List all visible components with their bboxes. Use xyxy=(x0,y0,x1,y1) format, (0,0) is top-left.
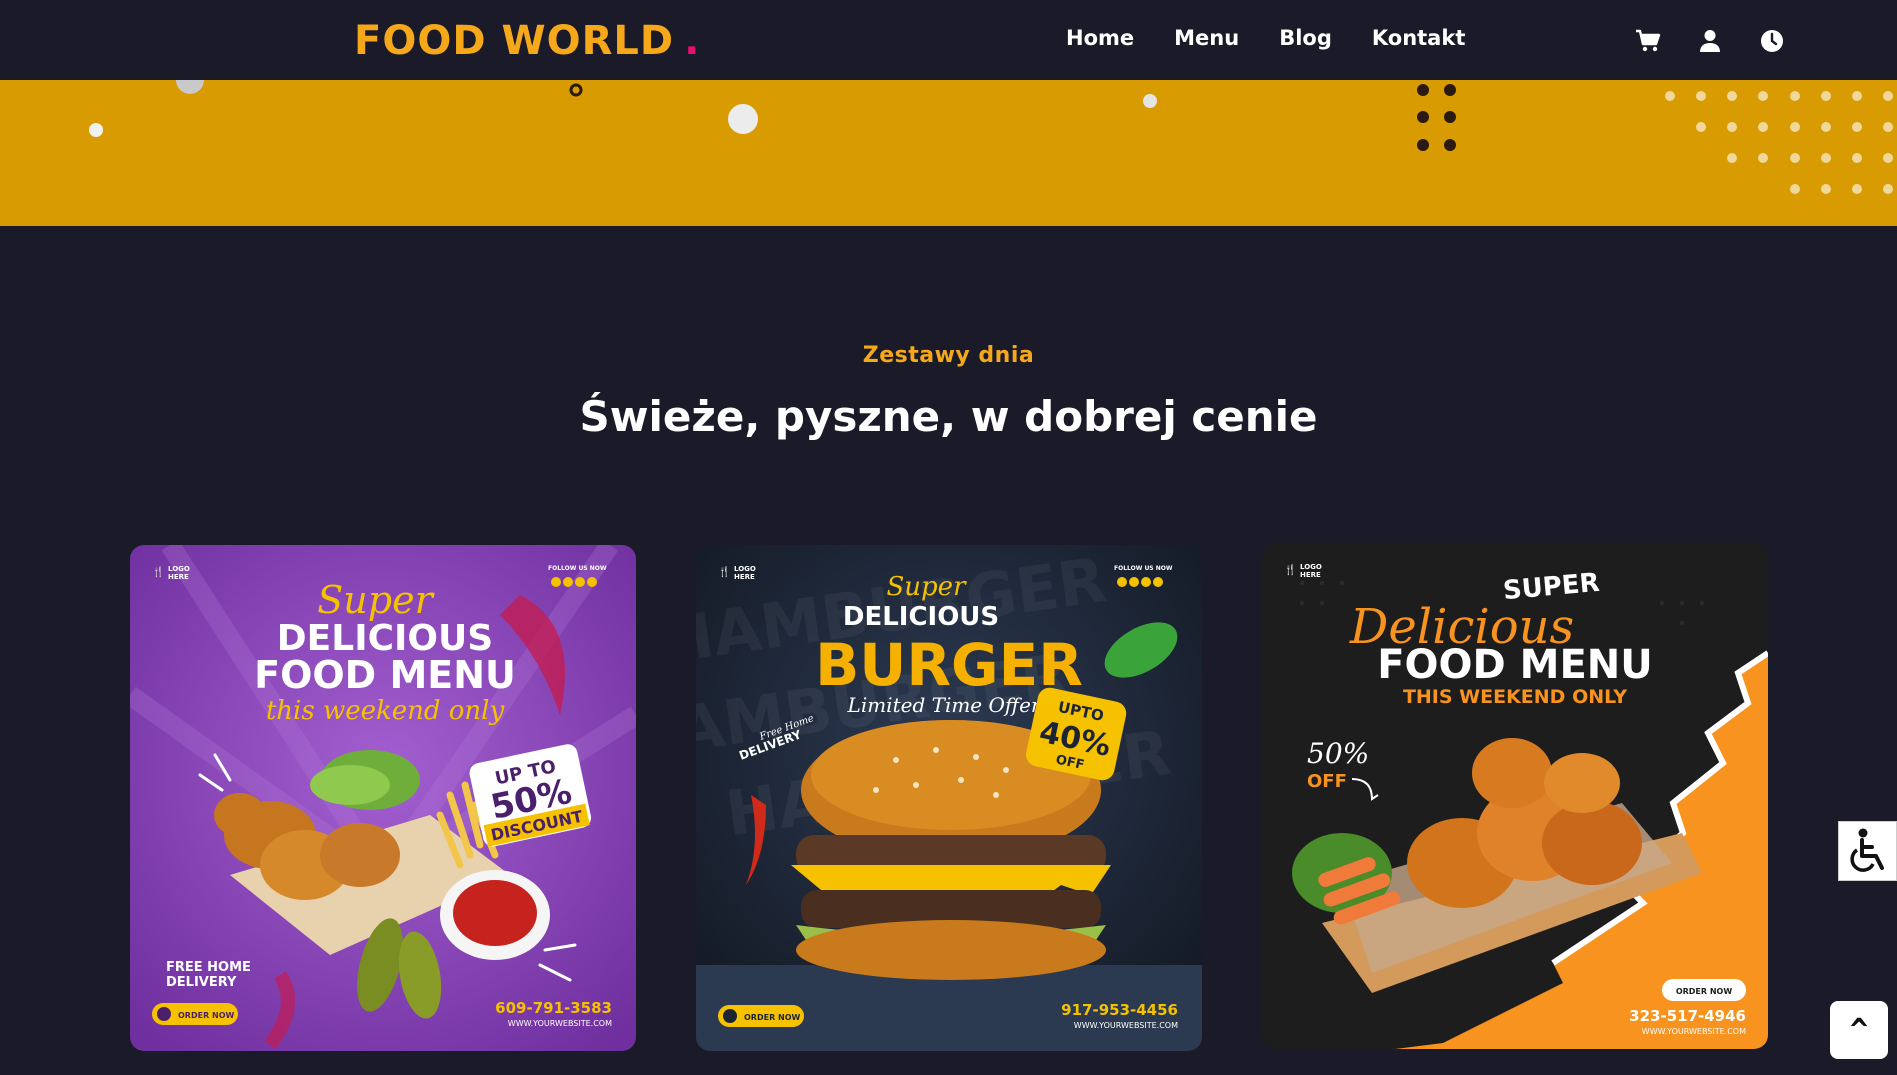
card1-phone: 609-791-3583 xyxy=(495,999,612,1017)
card2-line3: BURGER xyxy=(815,631,1083,699)
menu-card-1[interactable]: 🍴 LOGO HERE FOLLOW US NOW Super DELICIOU… xyxy=(130,545,636,1051)
brand-name: FOOD WORLD xyxy=(354,18,675,64)
card2-line4: Limited Time Offer xyxy=(847,693,1042,717)
nav-kontakt[interactable]: Kontakt xyxy=(1372,26,1466,50)
card1-follow: FOLLOW US NOW xyxy=(548,565,607,572)
clock-icon[interactable] xyxy=(1758,27,1786,55)
main-nav: Home Menu Blog Kontakt xyxy=(1066,26,1465,50)
card3-logo-line1: LOGO xyxy=(1300,563,1322,571)
card1-logo-line2: HERE xyxy=(168,573,189,581)
card3-website: WWW.YOURWEBSITE.COM xyxy=(1642,1027,1746,1036)
navbar: FOOD WORLD. Home Menu Blog Kontakt xyxy=(0,0,1897,80)
card1-delivery-2: DELIVERY xyxy=(166,975,237,990)
menu-card-3[interactable]: 🍴 LOGO HERE SUPER Delicious FOOD MENU TH… xyxy=(1262,543,1768,1049)
accessibility-icon xyxy=(1849,828,1884,872)
brand-dot: . xyxy=(684,18,701,64)
nav-icons xyxy=(1634,27,1786,55)
card2-line2: DELICIOUS xyxy=(843,602,999,632)
hero-banner-strip xyxy=(0,80,1897,226)
card3-cta: ORDER NOW xyxy=(1676,987,1733,996)
card3-phone: 323-517-4946 xyxy=(1629,1007,1746,1025)
card3-badge-1: 50% xyxy=(1307,737,1369,770)
card2-line1: Super xyxy=(886,572,967,602)
menu-card-2[interactable]: HAMBURGER HAMBURGER HAMBURGER 🍴 LOGO HER… xyxy=(696,545,1202,1051)
section-title: Świeże, pyszne, w dobrej cenie xyxy=(579,392,1318,441)
scroll-top-button[interactable]: ^ xyxy=(1830,1001,1888,1059)
brand-logo[interactable]: FOOD WORLD. xyxy=(354,18,700,64)
svg-text:🍴: 🍴 xyxy=(1284,563,1296,576)
card2-website: WWW.YOURWEBSITE.COM xyxy=(1074,1021,1178,1030)
card3-line4: THIS WEEKEND ONLY xyxy=(1403,686,1627,708)
card1-line1: Super xyxy=(317,578,435,622)
banner-decoration xyxy=(89,80,1893,194)
card1-line3: FOOD MENU xyxy=(254,653,516,697)
svg-text:🍴: 🍴 xyxy=(718,565,730,578)
card2-cta: ORDER NOW xyxy=(744,1013,801,1022)
cart-icon[interactable] xyxy=(1634,27,1662,55)
nav-menu[interactable]: Menu xyxy=(1174,26,1239,50)
card1-cta: ORDER NOW xyxy=(178,1011,235,1020)
card2-logo-line2: HERE xyxy=(734,573,755,581)
card3-badge-2: OFF xyxy=(1307,771,1347,792)
card1-logo-line1: LOGO xyxy=(168,565,190,573)
nav-blog[interactable]: Blog xyxy=(1279,26,1332,50)
card1-delivery-1: FREE HOME xyxy=(166,960,251,975)
svg-text:🍴: 🍴 xyxy=(152,565,164,578)
accessibility-button[interactable] xyxy=(1838,821,1897,881)
card1-line4: this weekend only xyxy=(266,696,505,726)
card3-logo-line2: HERE xyxy=(1300,571,1321,579)
card1-website: WWW.YOURWEBSITE.COM xyxy=(508,1019,612,1028)
user-icon[interactable] xyxy=(1696,27,1724,55)
card2-logo-line1: LOGO xyxy=(734,565,756,573)
card2-phone: 917-953-4456 xyxy=(1061,1001,1178,1019)
nav-home[interactable]: Home xyxy=(1066,26,1134,50)
section-subtitle: Zestawy dnia xyxy=(862,343,1035,368)
card2-follow: FOLLOW US NOW xyxy=(1114,565,1173,572)
card3-line3: FOOD MENU xyxy=(1377,642,1653,688)
